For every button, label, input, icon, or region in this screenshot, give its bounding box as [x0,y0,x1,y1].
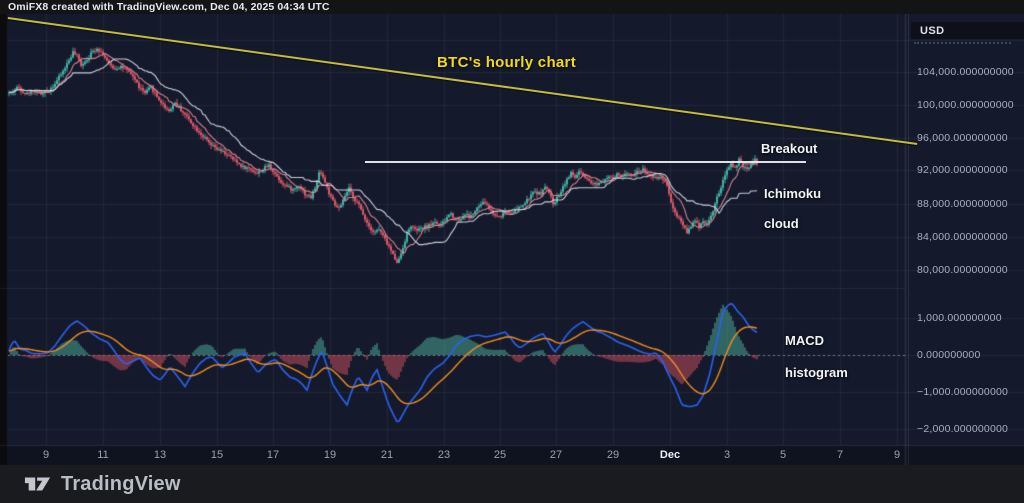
tradingview-logo[interactable]: TradingView [24,472,181,496]
time-axis-label: 19 [324,449,336,461]
price-axis-panel[interactable] [908,14,1024,465]
time-axis-label: 25 [494,449,506,461]
breakout-annotation[interactable]: Breakout [761,141,817,156]
time-axis-label: 9 [43,449,49,461]
tradingview-logo-icon [24,472,52,496]
time-axis-label: 17 [267,449,279,461]
attribution-text: OmiFX8 created with TradingView.com, Dec… [8,1,330,13]
time-axis-label: 15 [211,449,223,461]
chart-title-annotation[interactable]: BTC's hourly chart [437,54,576,71]
time-axis-label: 27 [550,449,562,461]
time-axis-label: 9 [894,449,900,461]
time-axis-label: 7 [837,449,843,461]
time-axis-label: 3 [724,449,730,461]
time-axis-label: 11 [97,449,108,461]
attribution-bar: OmiFX8 created with TradingView.com, Dec… [0,0,1024,14]
ichimoku-annotation-line2: cloud [764,216,821,231]
time-axis-label: 13 [154,449,166,461]
chart-canvas[interactable] [0,0,1024,503]
time-axis-label: 21 [381,449,393,461]
time-axis-label: 5 [780,449,786,461]
macd-annotation-line2: histogram [785,365,848,381]
breakout-level-line[interactable] [365,161,806,163]
time-axis-label: 29 [607,449,619,461]
time-axis-label: Dec [660,449,680,461]
ichimoku-annotation[interactable]: Ichimoku cloud [764,171,821,246]
currency-label: USD [920,25,944,37]
currency-chip: USD [911,22,1024,39]
tradingview-logo-text: TradingView [61,473,181,496]
macd-annotation-line1: MACD [785,333,848,349]
branding-bar: TradingView [0,465,1024,503]
tradingview-chart-window: OmiFX8 created with TradingView.com, Dec… [0,0,1024,503]
time-axis-label: 23 [438,449,450,461]
macd-annotation[interactable]: MACD histogram [785,317,848,397]
ichimoku-annotation-line1: Ichimoku [764,186,821,201]
